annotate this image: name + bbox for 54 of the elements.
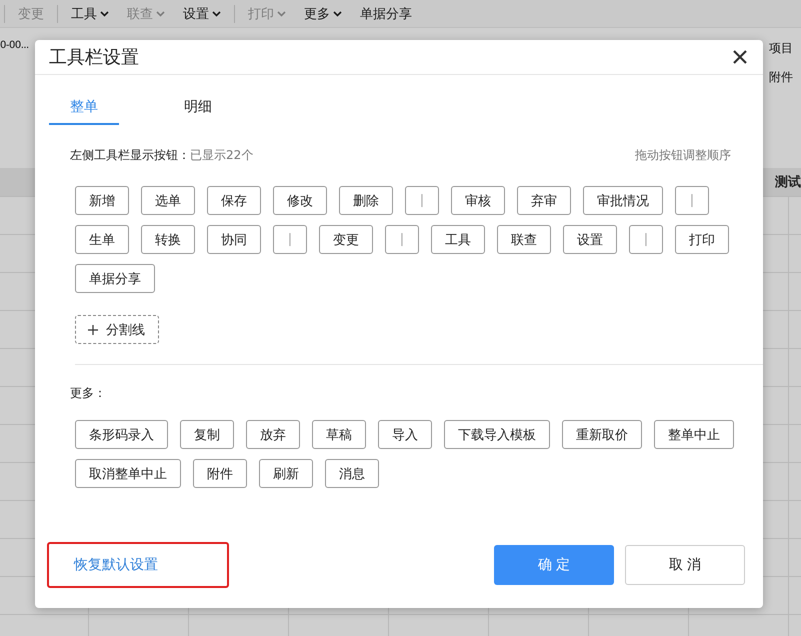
toolbar-button[interactable]: 草稿	[312, 420, 366, 449]
toolbar-button[interactable]: 附件	[193, 459, 247, 488]
plus-icon	[88, 324, 98, 334]
toolbar-button[interactable]: 刷新	[259, 459, 313, 488]
field-label: 附件	[769, 69, 794, 86]
caret-icon	[333, 10, 342, 16]
toolbar-button[interactable]: 条形码录入	[75, 420, 168, 449]
hint-text: 拖动按钮调整顺序	[635, 147, 731, 164]
toolbar-button[interactable]: 放弃	[246, 420, 300, 449]
close-icon[interactable]	[733, 50, 747, 64]
toolbar-button[interactable]: 转换	[141, 225, 195, 254]
toolbar-button[interactable]: 工具	[431, 225, 485, 254]
menu-item[interactable]: 工具	[57, 4, 118, 22]
toolbar-button[interactable]: 生单	[75, 225, 129, 254]
toolbar-button[interactable]: 变更	[319, 225, 373, 254]
field-label: 项目	[769, 40, 794, 57]
tab[interactable]: 整单	[49, 95, 119, 125]
button-count: 已显示22个	[190, 148, 254, 162]
menu-item[interactable]: 更多	[295, 4, 351, 22]
caret-icon	[277, 10, 286, 16]
caret-icon	[212, 10, 221, 16]
caret-icon	[156, 10, 165, 16]
column-header: 测试	[775, 174, 801, 191]
toolbar-button[interactable]: 协同	[207, 225, 261, 254]
toolbar-button[interactable]: 导入	[378, 420, 432, 449]
toolbar-button[interactable]: 保存	[207, 186, 261, 215]
toolbar-button[interactable]: 弃审	[517, 186, 571, 215]
toolbar-button[interactable]: 联查	[497, 225, 551, 254]
restore-defaults-link[interactable]: 恢复默认设置	[74, 556, 158, 574]
toolbar-button[interactable]: 下载导入模板	[444, 420, 550, 449]
toolbar-button[interactable]: 修改	[273, 186, 327, 215]
toolbar-button[interactable]: 消息	[325, 459, 379, 488]
add-separator-button[interactable]: 分割线	[75, 315, 159, 344]
field-value: 0-00...	[0, 40, 29, 53]
toolbar-button[interactable]: 新增	[75, 186, 129, 215]
toolbar-button[interactable]: 打印	[675, 225, 729, 254]
more-label: 更多：	[69, 385, 107, 402]
cancel-button[interactable]: 取 消	[625, 545, 745, 585]
toolbar-label: 左侧工具栏显示按钮：	[70, 148, 190, 162]
toolbar-button[interactable]: 审核	[451, 186, 505, 215]
tab[interactable]: 明细	[163, 95, 233, 125]
toolbar-button[interactable]: 重新取价	[562, 420, 642, 449]
toolbar-button[interactable]: 审批情况	[583, 186, 663, 215]
menu-item[interactable]: 设置	[174, 4, 230, 22]
toolbar-button[interactable]: 整单中止	[654, 420, 734, 449]
menu-item[interactable]: 单据分享	[351, 4, 421, 22]
toolbar-button[interactable]: 取消整单中止	[75, 459, 181, 488]
toolbar-button[interactable]: 选单	[141, 186, 195, 215]
toolbar-button[interactable]: 单据分享	[75, 264, 155, 293]
caret-icon	[100, 10, 109, 16]
toolbar-button[interactable]: 删除	[339, 186, 393, 215]
toolbar-button[interactable]: 设置	[563, 225, 617, 254]
toolbar-button[interactable]: 复制	[180, 420, 234, 449]
dialog-title: 工具栏设置	[49, 46, 139, 69]
